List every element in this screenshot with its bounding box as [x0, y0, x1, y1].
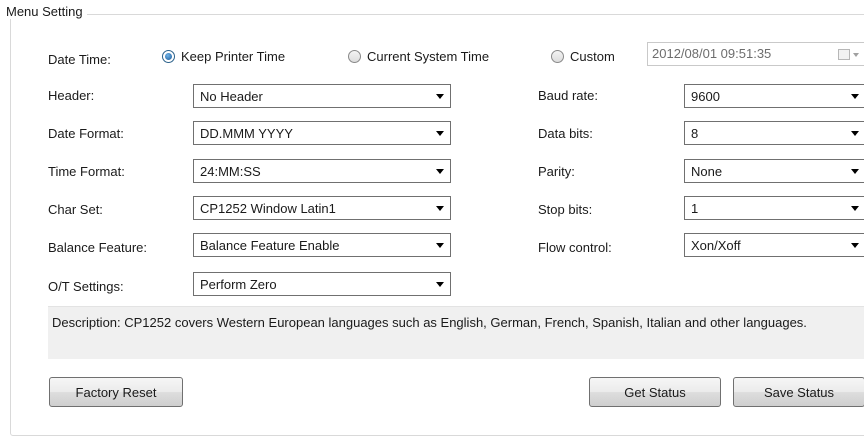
flow-control-label: Flow control: [538, 240, 612, 255]
time-format-label: Time Format: [48, 164, 125, 179]
chevron-down-icon [436, 282, 444, 287]
chevron-down-icon [851, 94, 859, 99]
date-format-select[interactable]: DD.MMM YYYY [193, 121, 451, 145]
char-set-value: CP1252 Window Latin1 [200, 201, 336, 216]
radio-current-system-time[interactable]: Current System Time [348, 49, 489, 64]
description-panel: Description: CP1252 covers Western Europ… [48, 306, 864, 359]
description-text: Description: CP1252 covers Western Europ… [52, 315, 807, 330]
date-format-value: DD.MMM YYYY [200, 126, 293, 141]
data-bits-label: Data bits: [538, 126, 593, 141]
stop-bits-value: 1 [691, 201, 699, 216]
chevron-down-icon [436, 206, 444, 211]
radio-label: Keep Printer Time [181, 49, 286, 64]
baud-rate-select[interactable]: 9600 [684, 84, 864, 108]
ot-settings-value: Perform Zero [200, 277, 277, 292]
radio-custom[interactable]: Custom [551, 49, 615, 64]
header-select[interactable]: No Header [193, 84, 451, 108]
parity-label: Parity: [538, 164, 575, 179]
ot-settings-label: O/T Settings: [48, 279, 124, 294]
date-format-label: Date Format: [48, 126, 124, 141]
baud-rate-value: 9600 [691, 89, 720, 104]
header-value: No Header [200, 89, 263, 104]
chevron-down-icon [436, 131, 444, 136]
chevron-down-icon [436, 94, 444, 99]
stop-bits-select[interactable]: 1 [684, 196, 864, 220]
factory-reset-button[interactable]: Factory Reset [49, 377, 183, 407]
chevron-down-icon [851, 169, 859, 174]
baud-rate-label: Baud rate: [538, 88, 598, 103]
header-label: Header: [48, 88, 95, 103]
custom-datetime-value: 2012/08/01 09:51:35 [652, 46, 772, 61]
chevron-down-icon [851, 243, 859, 248]
chevron-down-icon [851, 131, 859, 136]
flow-control-value: Xon/Xoff [691, 238, 741, 253]
balance-feature-value: Balance Feature Enable [200, 238, 340, 253]
data-bits-value: 8 [691, 126, 699, 141]
radio-unselected-icon [551, 50, 564, 63]
data-bits-select[interactable]: 8 [684, 121, 864, 145]
parity-select[interactable]: None [684, 159, 864, 183]
radio-unselected-icon [348, 50, 361, 63]
chevron-down-icon[interactable] [853, 53, 859, 57]
char-set-label: Char Set: [48, 202, 103, 217]
char-set-select[interactable]: CP1252 Window Latin1 [193, 196, 451, 220]
radio-selected-icon [162, 50, 175, 63]
custom-datetime-picker[interactable]: 2012/08/01 09:51:35 [647, 42, 864, 66]
time-format-value: 24:MM:SS [200, 164, 261, 179]
chevron-down-icon [436, 243, 444, 248]
radio-keep-printer-time[interactable]: Keep Printer Time [162, 49, 285, 64]
get-status-button[interactable]: Get Status [589, 377, 721, 407]
balance-feature-select[interactable]: Balance Feature Enable [193, 233, 451, 257]
radio-label: Current System Time [367, 49, 490, 64]
save-status-button[interactable]: Save Status [733, 377, 864, 407]
parity-value: None [691, 164, 723, 179]
chevron-down-icon [851, 206, 859, 211]
ot-settings-select[interactable]: Perform Zero [193, 272, 451, 296]
group-title: Menu Setting [6, 4, 87, 19]
stop-bits-label: Stop bits: [538, 202, 593, 217]
calendar-icon[interactable] [838, 49, 850, 60]
menu-setting-groupbox [10, 14, 864, 436]
chevron-down-icon [436, 169, 444, 174]
radio-label: Custom [570, 49, 615, 64]
time-format-select[interactable]: 24:MM:SS [193, 159, 451, 183]
flow-control-select[interactable]: Xon/Xoff [684, 233, 864, 257]
balance-feature-label: Balance Feature: [48, 240, 148, 255]
date-time-label: Date Time: [48, 52, 111, 67]
